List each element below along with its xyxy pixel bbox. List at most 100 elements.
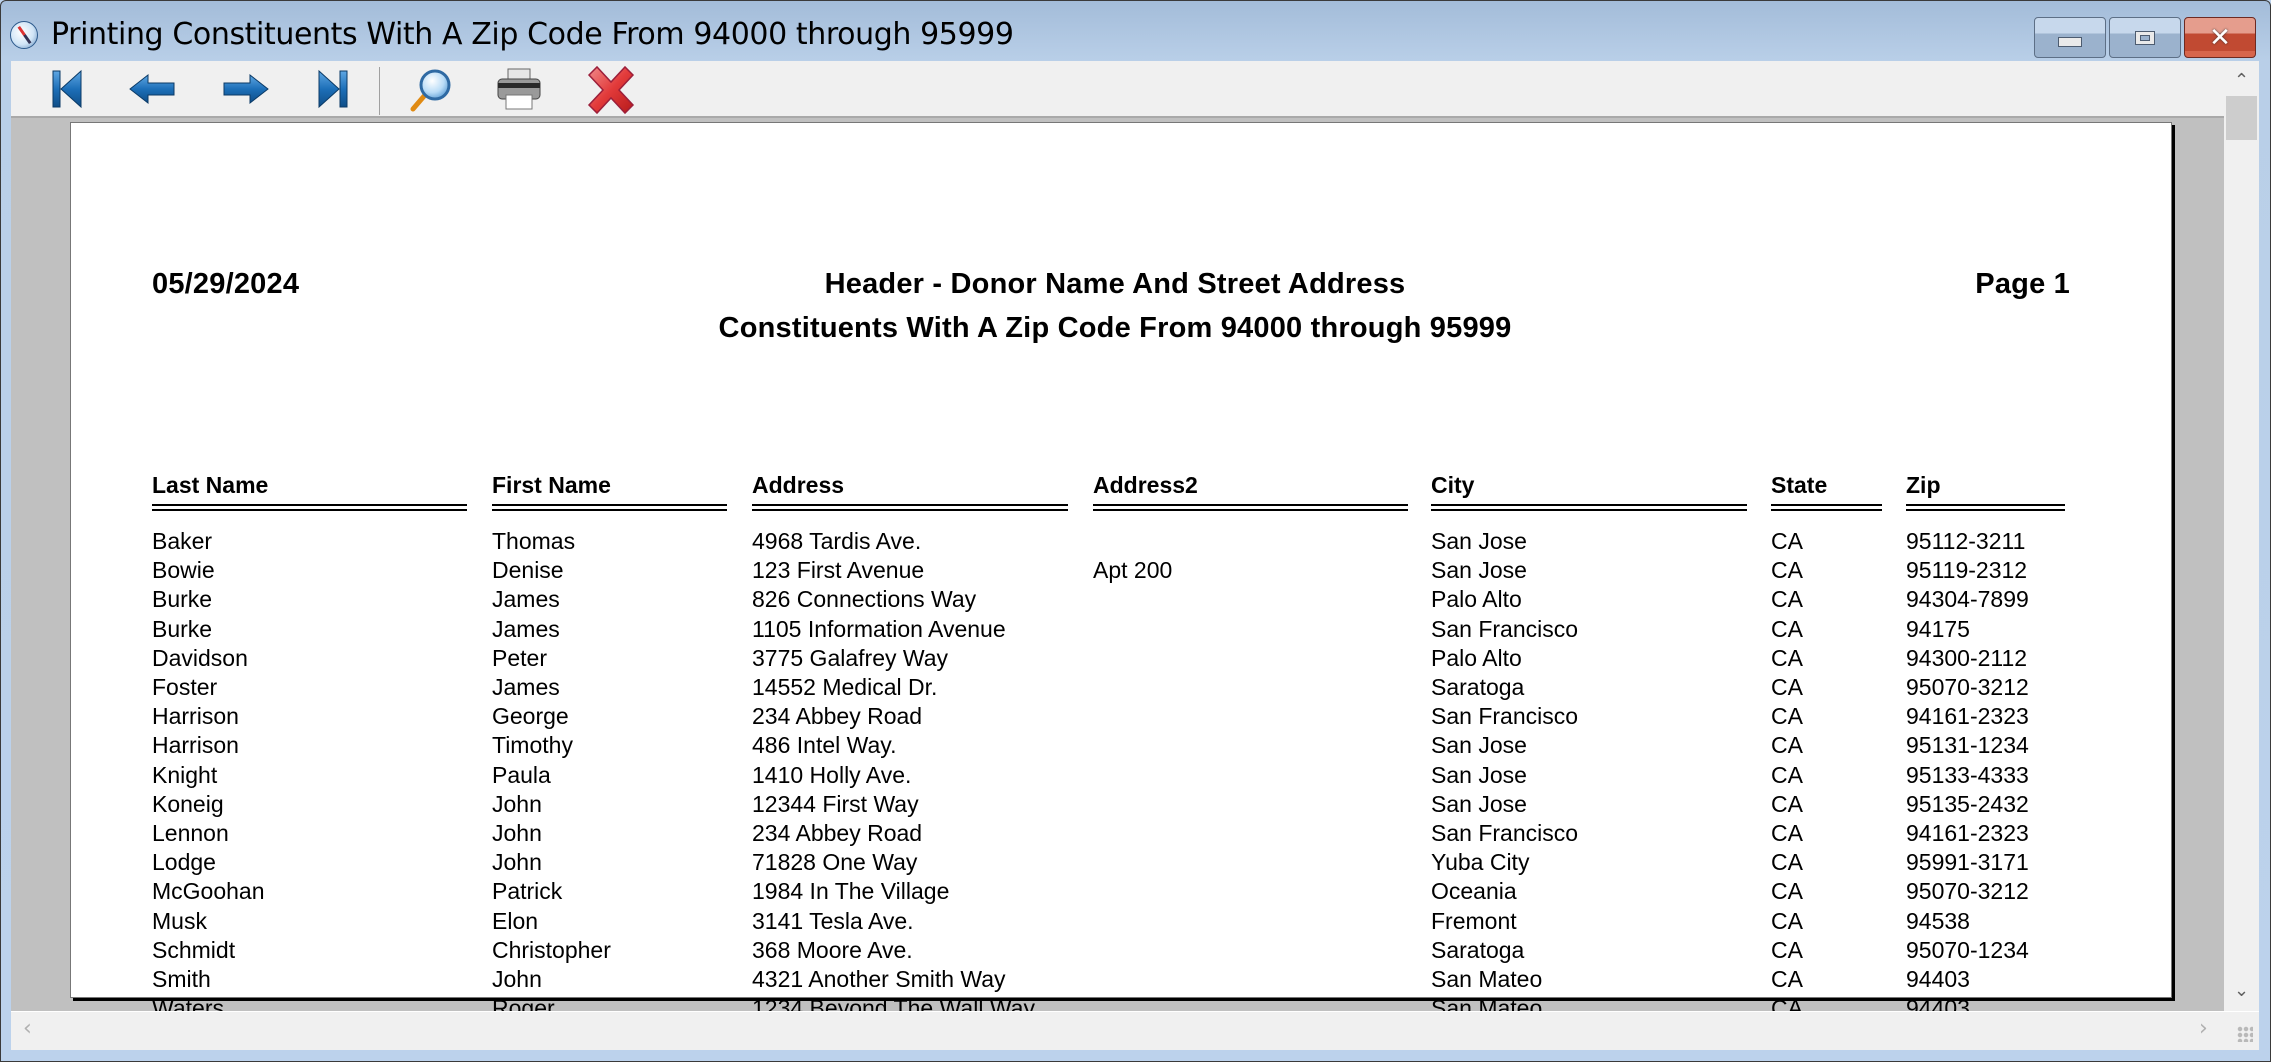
cell-zip: 94175 xyxy=(1906,615,1970,642)
column-header-last-name: Last Name xyxy=(152,472,269,498)
cell-city: Saratoga xyxy=(1431,674,1525,700)
table-row: Koneig John 12344 First Way San Jose CA 95135… xyxy=(71,791,2171,820)
cell-first-name: John xyxy=(492,849,542,876)
header-underline xyxy=(152,504,467,511)
header-underline xyxy=(1906,504,2065,511)
cell-address: 368 Moore Ave. xyxy=(752,936,913,963)
table-row: Knight Paula 1410 Holly Ave. San Jose CA 9513… xyxy=(71,762,2171,791)
table-row: Lennon John 234 Abbey Road San Francisco CA 9… xyxy=(71,820,2171,849)
cell-city: Oceania xyxy=(1431,878,1517,905)
cell-last-name: Koneig xyxy=(152,790,224,817)
cell-last-name: McGoohan xyxy=(152,878,265,905)
cell-address: 826 Connections Way xyxy=(752,586,977,613)
vertical-scrollbar[interactable]: ⌃ ⌄ xyxy=(2224,61,2259,1011)
cell-city: San Francisco xyxy=(1431,615,1579,642)
app-compass-icon xyxy=(10,21,38,49)
cell-last-name: Harrison xyxy=(152,732,239,759)
cell-address: 3775 Galafrey Way xyxy=(752,644,949,671)
cell-city: San Mateo xyxy=(1431,966,1543,992)
arrow-left-icon xyxy=(129,73,175,105)
cell-state: CA xyxy=(1771,878,1803,905)
cell-zip: 95133-4333 xyxy=(1906,761,2029,788)
header-underline xyxy=(1771,504,1882,511)
first-page-button[interactable] xyxy=(41,65,93,113)
cell-address: 4321 Another Smith Way xyxy=(752,966,1006,992)
cell-zip: 95070-1234 xyxy=(1906,936,2029,963)
cell-zip: 95119-2312 xyxy=(1906,557,2028,584)
cell-zip: 95070-3212 xyxy=(1906,674,2029,700)
table-row: Bowie Denise 123 First Avenue Apt 200 San Jo… xyxy=(71,557,2171,586)
resize-grip-icon[interactable] xyxy=(2237,1026,2253,1042)
cell-address: 3141 Tesla Ave. xyxy=(752,907,914,934)
cell-city: San Jose xyxy=(1431,790,1527,817)
zoom-button[interactable] xyxy=(401,65,453,113)
table-row: Burke James 1105 Information Avenue San Fra… xyxy=(71,616,2171,645)
previous-page-button[interactable] xyxy=(126,65,178,113)
cell-state: CA xyxy=(1771,586,1803,613)
table-row: Schmidt Christopher 368 Moore Ave. Saratoga… xyxy=(71,937,2171,966)
cell-state: CA xyxy=(1771,674,1803,700)
report-subtitle: Constituents With A Zip Code From 94000 … xyxy=(71,312,2171,345)
header-underline xyxy=(492,504,727,511)
page-number: Page 1 xyxy=(1975,268,2070,300)
cell-city: Saratoga xyxy=(1431,936,1525,963)
table-row: Harrison George 234 Abbey Road San Francisc… xyxy=(71,703,2171,732)
cell-last-name: Davidson xyxy=(152,644,248,671)
cell-city: San Francisco xyxy=(1431,820,1579,846)
last-page-icon xyxy=(318,69,348,109)
cell-address: 123 First Avenue xyxy=(752,557,925,584)
vertical-scroll-thumb[interactable] xyxy=(2226,96,2257,140)
cell-last-name: Knight xyxy=(152,761,218,788)
cell-first-name: Timothy xyxy=(492,732,573,759)
scroll-left-button[interactable]: ‹ xyxy=(23,1016,32,1041)
column-header-zip: Zip xyxy=(1906,472,1941,498)
cell-city: San Jose xyxy=(1431,557,1527,584)
report-preview-window: Printing Constituents With A Zip Code Fr… xyxy=(0,0,2271,1062)
cell-last-name: Schmidt xyxy=(152,936,236,963)
cell-last-name: Bowie xyxy=(152,557,215,584)
cell-first-name: John xyxy=(492,966,542,992)
cell-first-name: John xyxy=(492,820,542,846)
cell-state: CA xyxy=(1771,703,1803,730)
print-button[interactable] xyxy=(492,65,544,113)
scroll-right-button[interactable]: › xyxy=(2199,1016,2208,1041)
cell-address: 234 Abbey Road xyxy=(752,703,923,730)
cell-zip: 95991-3171 xyxy=(1906,849,2029,876)
table-row: Burke James 826 Connections Way Palo Alto CA… xyxy=(71,586,2171,615)
close-window-button[interactable]: ✕ xyxy=(2184,17,2256,58)
header-underline xyxy=(1431,504,1747,511)
scroll-down-button[interactable]: ⌄ xyxy=(2224,976,2259,1006)
table-row: Baker Thomas 4968 Tardis Ave. San Jose CA 951… xyxy=(71,528,2171,557)
toolbar-separator xyxy=(379,67,380,115)
cell-address: 1410 Holly Ave. xyxy=(752,761,912,788)
column-header-state: State xyxy=(1771,472,1828,498)
scroll-up-button[interactable]: ⌃ xyxy=(2224,66,2259,96)
cell-state: CA xyxy=(1771,820,1803,846)
next-page-button[interactable] xyxy=(216,65,269,113)
cell-last-name: Lodge xyxy=(152,849,216,876)
cell-last-name: Lennon xyxy=(152,820,229,846)
table-row: Davidson Peter 3775 Galafrey Way Palo Alto C… xyxy=(71,645,2171,674)
cell-zip: 94300-2112 xyxy=(1906,644,2028,671)
cell-city: San Jose xyxy=(1431,761,1527,788)
horizontal-scrollbar[interactable]: ‹ › xyxy=(11,1011,2259,1050)
close-report-button[interactable] xyxy=(583,65,635,115)
cell-zip: 94161-2323 xyxy=(1906,703,2029,730)
maximize-button[interactable] xyxy=(2109,17,2181,58)
cell-city: Yuba City xyxy=(1431,849,1530,876)
cell-last-name: Musk xyxy=(152,907,207,934)
cell-first-name: Patrick xyxy=(492,878,563,905)
cell-first-name: Paula xyxy=(492,761,551,788)
cell-zip: 94403 xyxy=(1906,966,1970,992)
cell-first-name: James xyxy=(492,586,560,613)
column-header-first-name: First Name xyxy=(492,472,611,498)
close-icon: ✕ xyxy=(2209,22,2231,53)
minimize-button[interactable] xyxy=(2034,17,2106,58)
title-bar[interactable]: Printing Constituents With A Zip Code Fr… xyxy=(1,1,2270,61)
cell-last-name: Burke xyxy=(152,615,213,642)
cell-state: CA xyxy=(1771,761,1803,788)
last-page-button[interactable] xyxy=(307,65,359,113)
minimize-icon xyxy=(2058,37,2082,48)
table-row: Musk Elon 3141 Tesla Ave. Fremont CA 94538 xyxy=(71,908,2171,937)
cell-last-name: Baker xyxy=(152,528,213,554)
